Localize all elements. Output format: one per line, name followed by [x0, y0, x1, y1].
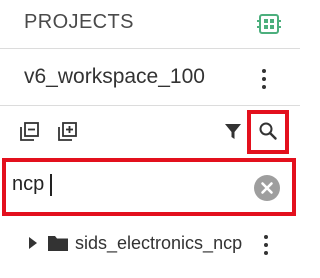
projects-header: PROJECTS [0, 0, 300, 48]
caret-right-icon[interactable] [27, 236, 39, 250]
more-vert-icon[interactable] [256, 233, 276, 257]
collapse-all-icon[interactable] [19, 121, 41, 143]
filter-icon[interactable] [222, 121, 244, 143]
text-caret [50, 174, 52, 196]
folder-icon [47, 234, 69, 252]
panel-title: PROJECTS [24, 11, 134, 33]
clear-circle-icon[interactable] [254, 175, 280, 201]
more-vert-icon[interactable] [254, 67, 274, 91]
workspace-name: v6_workspace_100 [24, 65, 205, 88]
search-icon[interactable] [257, 120, 279, 142]
search-field[interactable] [4, 162, 292, 214]
tree-item[interactable]: sids_electronics_ncp [0, 226, 300, 262]
tree-item-label: sids_electronics_ncp [75, 233, 243, 253]
chip-icon[interactable] [257, 12, 281, 36]
projects-panel: PROJECTS v6_workspace_100 ncp sids_elect… [0, 0, 300, 278]
projects-toolbar [0, 106, 300, 154]
workspace-row[interactable]: v6_workspace_100 [0, 49, 300, 105]
expand-all-icon[interactable] [57, 121, 79, 143]
search-input[interactable] [12, 170, 248, 198]
